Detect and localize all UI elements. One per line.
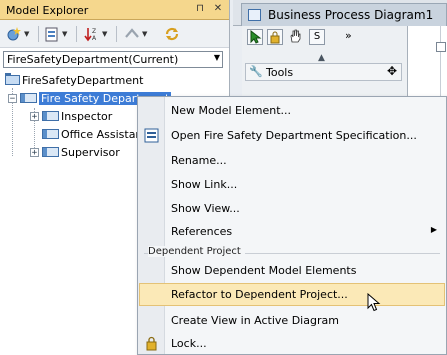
- menu-item-show-link[interactable]: Show Link...: [139, 173, 445, 196]
- diagram-shape-handle[interactable]: [436, 42, 446, 52]
- menu-item-lock[interactable]: Lock...: [139, 332, 445, 355]
- close-icon[interactable]: ✕: [211, 2, 225, 16]
- lane-icon: [42, 147, 59, 157]
- diagram-tab-bar: Business Process Diagram1: [233, 0, 447, 26]
- model-explorer-title-bar: Model Explorer ⊓ ✕: [0, 0, 229, 20]
- tree-item-label: Office Assistant: [61, 127, 147, 141]
- tree-item-supervisor[interactable]: + Supervisor: [30, 144, 120, 160]
- menu-item-label: Show View...: [171, 202, 240, 215]
- menu-item-label: Lock...: [171, 337, 207, 350]
- sort-za-icon: ZA: [84, 26, 100, 42]
- menu-item-label: Show Link...: [171, 178, 238, 191]
- context-menu: New Model Element... Open Fire Safety De…: [137, 96, 447, 355]
- project-select-value: FireSafetyDepartment(Current): [7, 53, 179, 66]
- menu-group-label: Dependent Project: [148, 246, 245, 257]
- menu-item-label: Create View in Active Diagram: [171, 314, 339, 327]
- snap-button[interactable]: S: [309, 29, 325, 45]
- lane-icon: [42, 129, 59, 139]
- menu-item-label: Refactor to Dependent Project...: [171, 288, 348, 301]
- new-element-icon: [6, 26, 22, 42]
- package-icon: [44, 26, 60, 42]
- menu-item-refactor-to-dependent-project[interactable]: Refactor to Dependent Project...: [139, 283, 445, 306]
- menu-item-label: Rename...: [171, 154, 227, 167]
- model-explorer-toolbar: ▼ ▼ ZA ▼ ▼: [0, 20, 229, 48]
- menu-item-new-model-element[interactable]: New Model Element...: [139, 99, 445, 122]
- tree-root-label: FireSafetyDepartment: [22, 73, 144, 87]
- expand-icon[interactable]: +: [30, 111, 39, 121]
- tools-group-header[interactable]: 🔧 Tools ✥: [245, 63, 402, 81]
- tab-label: Business Process Diagram1: [268, 8, 434, 22]
- submenu-arrow-icon: ▶: [430, 225, 437, 234]
- tree-item-inspector[interactable]: + Inspector: [30, 108, 112, 124]
- svg-text:A: A: [92, 35, 97, 42]
- menu-item-open-specification[interactable]: Open Fire Safety Department Specificatio…: [139, 124, 445, 147]
- mouse-cursor-icon: [367, 293, 381, 312]
- palette-toolbar: S »: [242, 26, 407, 48]
- chevron-down-icon: ▼: [213, 53, 220, 62]
- lock-icon[interactable]: [267, 29, 283, 45]
- model-explorer-title: Model Explorer: [6, 4, 89, 17]
- svg-text:Z: Z: [92, 28, 96, 35]
- expand-icon[interactable]: +: [30, 147, 39, 157]
- menu-item-create-view[interactable]: Create View in Active Diagram: [139, 309, 445, 332]
- menu-item-show-dependent-elements[interactable]: Show Dependent Model Elements: [139, 259, 445, 282]
- refresh-button[interactable]: [164, 25, 180, 43]
- tab-business-process-diagram[interactable]: Business Process Diagram1: [241, 3, 447, 26]
- menu-item-label: Show Dependent Model Elements: [171, 264, 357, 277]
- tree-item-label: Inspector: [61, 109, 113, 123]
- refresh-icon: [164, 26, 180, 42]
- tools-label: Tools: [266, 66, 294, 79]
- tree-item-label: Supervisor: [61, 145, 120, 159]
- up-icon: [124, 26, 140, 42]
- menu-item-rename[interactable]: Rename...: [139, 149, 445, 172]
- lane-icon: [42, 111, 59, 121]
- pin-icon[interactable]: ⊓: [193, 2, 207, 16]
- new-element-button[interactable]: ▼: [6, 25, 29, 43]
- specification-icon: [144, 128, 159, 143]
- move-icon[interactable]: ✥: [387, 64, 397, 78]
- menu-item-label: Open Fire Safety Department Specificatio…: [171, 129, 417, 142]
- tree-root-node[interactable]: FireSafetyDepartment: [5, 72, 143, 88]
- project-select[interactable]: FireSafetyDepartment(Current) ▼: [3, 51, 223, 68]
- pan-hand-icon[interactable]: [287, 29, 303, 45]
- menu-item-label: New Model Element...: [171, 104, 292, 117]
- pool-icon: [20, 93, 37, 103]
- diagram-icon: [248, 9, 261, 21]
- scroll-up-icon[interactable]: ▲: [318, 53, 325, 63]
- lock-icon: [144, 336, 159, 351]
- project-icon: [5, 73, 20, 85]
- menu-item-label: References: [171, 225, 233, 238]
- more-tools-chevron-icon[interactable]: »: [345, 29, 352, 42]
- wrench-icon: 🔧: [249, 65, 263, 78]
- package-button[interactable]: ▼: [44, 25, 67, 43]
- sort-button[interactable]: ZA ▼: [84, 25, 107, 43]
- tree-item-office-assistant[interactable]: Office Assistant: [42, 126, 147, 142]
- menu-item-show-view[interactable]: Show View...: [139, 197, 445, 220]
- select-cursor-icon[interactable]: [247, 29, 263, 45]
- navigate-up-button[interactable]: ▼: [124, 25, 147, 43]
- menu-group-dependent-project: Dependent Project: [140, 246, 444, 259]
- collapse-icon[interactable]: −: [8, 93, 17, 103]
- menu-item-references[interactable]: References ▶: [139, 220, 445, 243]
